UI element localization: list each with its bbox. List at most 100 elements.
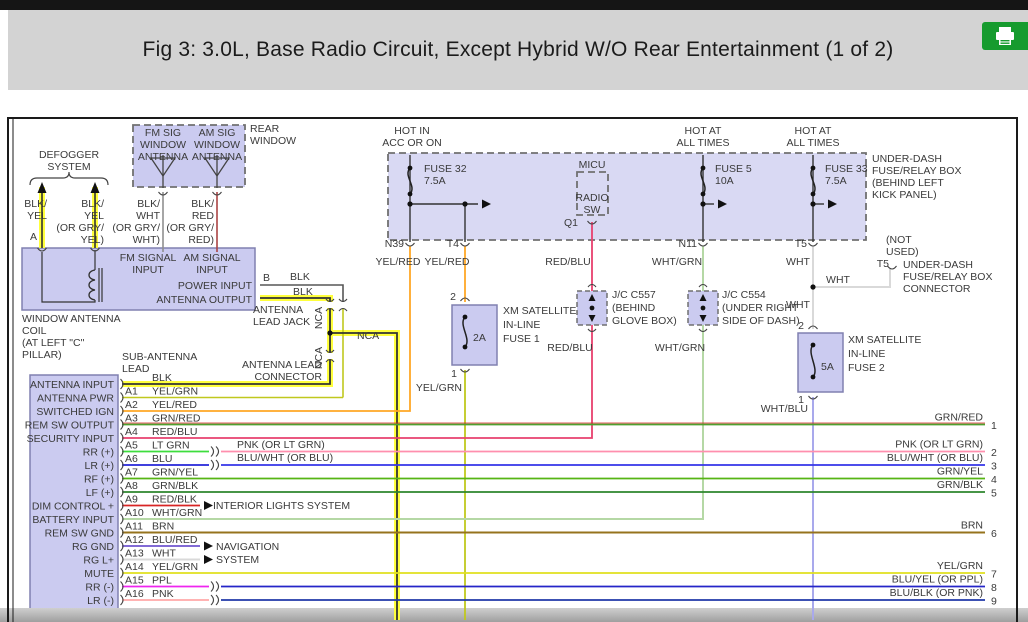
- diagram-label: FUSE 5: [715, 163, 752, 175]
- diagram-label: YEL/GRN: [937, 560, 983, 572]
- diagram-label: YEL: [84, 210, 104, 222]
- diagram-label: FUSE 2: [848, 362, 885, 374]
- radio-pin-bracket: [121, 406, 124, 416]
- diagram-label: LT GRN: [152, 440, 190, 452]
- diagram-label: LEAD JACK: [253, 316, 310, 328]
- diagram-label: BLU/WHT (OR BLU): [237, 452, 333, 464]
- diagram-label: XM SATELLITE: [503, 305, 576, 317]
- diagram-label: YEL/GRN: [152, 561, 198, 573]
- diagram-label: 7: [991, 569, 997, 581]
- diagram-label: WHT/BLU: [761, 403, 808, 415]
- diagram-label: YEL: [27, 210, 47, 222]
- diagram-label: 10A: [715, 175, 734, 187]
- diagram-label: INPUT: [132, 264, 164, 276]
- diagram-label: RED/BLU: [152, 426, 198, 438]
- pin-arc: [809, 243, 818, 246]
- bottom-scroll-strip: [0, 608, 1028, 622]
- diagram-label: HOT AT: [685, 125, 723, 137]
- diagram-label: RR (-): [85, 582, 114, 594]
- diagram-label: 1: [991, 420, 997, 432]
- diagram-label: BLU/RED: [152, 534, 198, 546]
- diagram-label: SIDE OF DASH): [722, 315, 800, 327]
- diagram-label: YEL/RED: [376, 256, 421, 268]
- xm-inline-fuse-1-terminal: [463, 315, 468, 320]
- diagram-label: WINDOW ANTENNA: [22, 313, 121, 325]
- diagram-label: A3: [125, 413, 138, 425]
- connector-break: [325, 302, 335, 308]
- diagram-label: RED/BLU: [547, 342, 593, 354]
- connector-break: [325, 353, 335, 359]
- diagram-label: A7: [125, 467, 138, 479]
- diagram-label: PILLAR): [22, 349, 62, 361]
- diagram-label: YEL): [81, 234, 104, 246]
- diagram-label: NAVIGATION: [216, 541, 279, 553]
- diagram-label: FUSE 33: [825, 163, 868, 175]
- diagram-label: N11: [679, 238, 698, 250]
- diagram-label: AM SIGNAL: [183, 252, 240, 264]
- up-arrow: [38, 182, 47, 193]
- diagram-label: 4: [991, 474, 997, 486]
- diagram-label: PNK: [152, 588, 174, 600]
- fuse-33-terminal: [811, 192, 816, 197]
- diagram-label: T5: [877, 258, 889, 270]
- radio-pin-bracket: [121, 541, 124, 551]
- radio-pin-bracket: [121, 582, 124, 592]
- radio-pin-bracket: [121, 393, 124, 403]
- diagram-label: WINDOW: [194, 139, 240, 151]
- diagram-label: A: [30, 231, 37, 243]
- diagram-label: SUB-ANTENNA: [122, 351, 197, 363]
- diagram-label: HOT AT: [795, 125, 833, 137]
- diagram-label: UNDER-DASH: [872, 153, 942, 165]
- diagram-label: NCA: [313, 307, 325, 329]
- diagram-label: IN-LINE: [503, 319, 540, 331]
- diagram-label: A14: [125, 561, 144, 573]
- diagram-label: WHT: [152, 548, 176, 560]
- diagram-label: 7.5A: [825, 175, 847, 187]
- diagram-label: (AT LEFT "C": [22, 337, 85, 349]
- radio-pin-bracket: [121, 420, 124, 430]
- diagram-label: GRN/RED: [152, 413, 201, 425]
- diagram-label: RED/BLK: [152, 494, 197, 506]
- diagram-label: A16: [125, 588, 144, 600]
- diagram-label: GRN/BLK: [937, 479, 983, 491]
- junction-dot: [462, 201, 467, 206]
- diagram-label: POWER INPUT: [178, 280, 253, 292]
- diagram-label: ANTENNA INPUT: [30, 379, 115, 391]
- diagram-label: LR (+): [85, 460, 114, 472]
- diagram-label: ALL TIMES: [676, 137, 729, 149]
- diagram-label: J/C C557: [612, 289, 656, 301]
- diagram-label: WHT: [826, 274, 850, 286]
- diagram-label: BLU: [152, 453, 172, 465]
- diagram-label: BLK/: [137, 198, 160, 210]
- diagram-label: 5A: [821, 361, 834, 373]
- diagram-label: A6: [125, 453, 138, 465]
- diagram-label: RED): [188, 234, 214, 246]
- diagram-label: J/C C554: [722, 289, 766, 301]
- diagram-label: AM SIG: [199, 127, 236, 139]
- wht-branch-t5-connector: [813, 268, 890, 287]
- junction-dot: [407, 201, 412, 206]
- radio-pin-bracket: [121, 460, 124, 470]
- diagram-label: RED: [192, 210, 215, 222]
- diagram-label: REM SW OUTPUT: [25, 420, 115, 432]
- diagram-label: A2: [125, 399, 138, 411]
- diagram-label: BLU/WHT (OR BLU): [887, 452, 983, 464]
- diagram-label: SYSTEM: [216, 554, 259, 566]
- diagram-label: RF (+): [84, 474, 114, 486]
- diagram-label: GRN/YEL: [937, 466, 983, 478]
- diagram-label: 2: [450, 291, 456, 303]
- diagram-label: PNK (OR LT GRN): [237, 439, 325, 451]
- diagram-label: 9: [991, 596, 997, 608]
- diagram-label: USED): [886, 246, 919, 258]
- diagram-label: BLK: [293, 286, 313, 298]
- diagram-label: ANTENNA PWR: [37, 393, 114, 405]
- diagram-label: A5: [125, 440, 138, 452]
- radio-pin-bracket: [121, 514, 124, 524]
- diagram-label: RG GND: [72, 541, 114, 553]
- diagram-label: FM SIG: [145, 127, 181, 139]
- diagram-label: A8: [125, 480, 138, 492]
- diagram-label: SW: [584, 204, 601, 216]
- diagram-label: A1: [125, 386, 138, 398]
- diagram-label: GLOVE BOX): [612, 315, 677, 327]
- radio-pin-bracket: [121, 379, 124, 389]
